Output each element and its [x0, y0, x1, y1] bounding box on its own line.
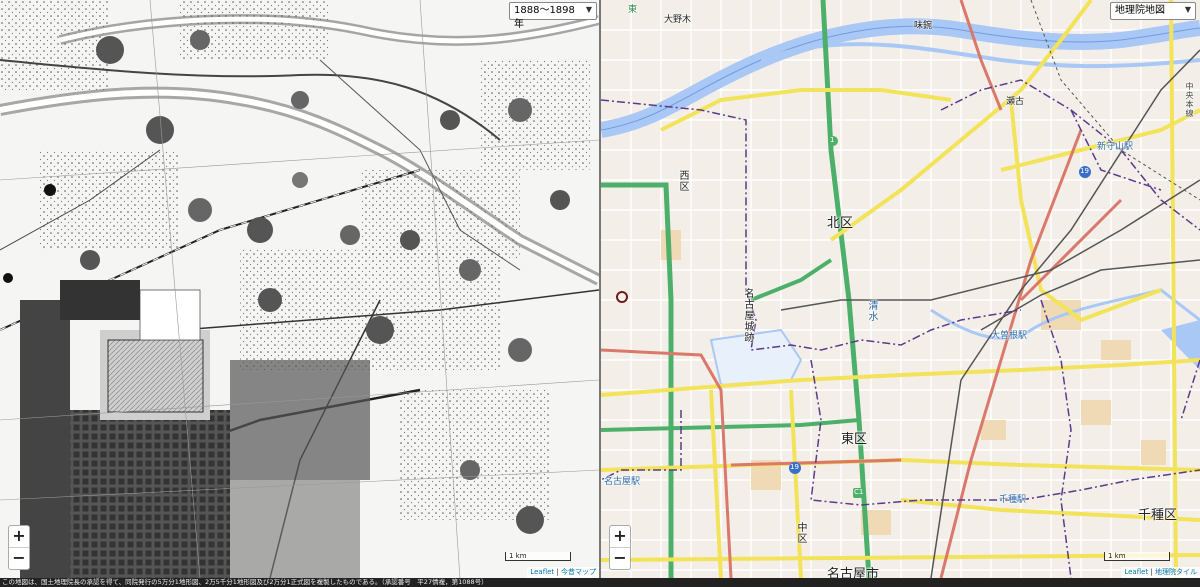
- label-nagoya-castle: 名古屋城跡: [742, 288, 753, 343]
- label-ajiyoshi: 味鋺: [914, 21, 933, 31]
- label-higashi-ward: 東区: [841, 432, 868, 447]
- label-ozone-station: 大曽根駅: [991, 331, 1028, 341]
- label-onogi: 大野木: [664, 15, 692, 25]
- label-shinmoriyama-station: 新守山駅: [1097, 142, 1134, 152]
- layer-select[interactable]: 地理院地図 ▼: [1110, 2, 1196, 20]
- label-nagoya-city: 名古屋市: [827, 567, 880, 578]
- label-seko: 瀬古: [1006, 97, 1025, 107]
- label-naka-ward: 中区: [795, 522, 806, 544]
- chevron-down-icon: ▼: [1184, 5, 1191, 14]
- right-zoom-control: + −: [609, 525, 631, 570]
- historical-map-pane[interactable]: 1888〜1898年 ▼ + − 1 km Leaflet | 今昔マップ: [0, 0, 599, 578]
- route-shield-c1: C1: [854, 488, 864, 496]
- right-source-link[interactable]: 地理院タイル: [1155, 568, 1197, 576]
- label-nagoya-station: 名古屋駅: [604, 477, 641, 487]
- left-attribution: Leaflet | 今昔マップ: [527, 567, 599, 578]
- right-attribution-separator: |: [1148, 568, 1155, 576]
- right-zoom-in-button[interactable]: +: [610, 526, 630, 547]
- right-leaflet-link[interactable]: Leaflet: [1124, 568, 1148, 576]
- route-shield-19-south: 19: [790, 463, 799, 471]
- left-attribution-separator: |: [554, 568, 561, 576]
- label-chikusa-station: 千種駅: [999, 495, 1027, 505]
- left-zoom-out-button[interactable]: −: [9, 547, 29, 569]
- period-select[interactable]: 1888〜1898年 ▼: [509, 2, 597, 30]
- label-kita-ward: 北区: [827, 216, 854, 231]
- historical-map-canvas[interactable]: [0, 0, 599, 578]
- label-nishi-ward: 西区: [677, 170, 688, 192]
- label-shimizu: 清水: [866, 300, 877, 322]
- label-chuo-line: 中央本線: [1185, 82, 1194, 118]
- modern-map-pane[interactable]: 地理院地図 ▼ 大野木 味鋺 瀬古 新守山駅 西区 北区 名古屋城跡 清水 大曽…: [601, 0, 1200, 578]
- left-source-link[interactable]: 今昔マップ: [561, 568, 596, 576]
- right-attribution: Leaflet | 地理院タイル: [1121, 567, 1200, 578]
- copyright-footer: この地図は、国土地理院長の承認を得て、同院発行の5万分1地形図、2万5千分1地形…: [0, 578, 1200, 587]
- label-chikusa-ward: 千種区: [1138, 508, 1178, 523]
- route-shield-19-north: 19: [1080, 167, 1089, 175]
- left-zoom-in-button[interactable]: +: [9, 526, 29, 547]
- route-shield-1: 1: [830, 136, 835, 144]
- left-zoom-control: + −: [8, 525, 30, 570]
- chevron-down-icon: ▼: [585, 5, 592, 14]
- left-leaflet-link[interactable]: Leaflet: [530, 568, 554, 576]
- right-zoom-out-button[interactable]: −: [610, 547, 630, 569]
- modern-map-canvas[interactable]: [601, 0, 1200, 578]
- layer-select-value: 地理院地図: [1115, 5, 1165, 16]
- right-scale-bar: 1 km: [1104, 552, 1170, 561]
- left-scale-bar: 1 km: [505, 552, 571, 561]
- label-higashi-top: 東: [628, 5, 638, 15]
